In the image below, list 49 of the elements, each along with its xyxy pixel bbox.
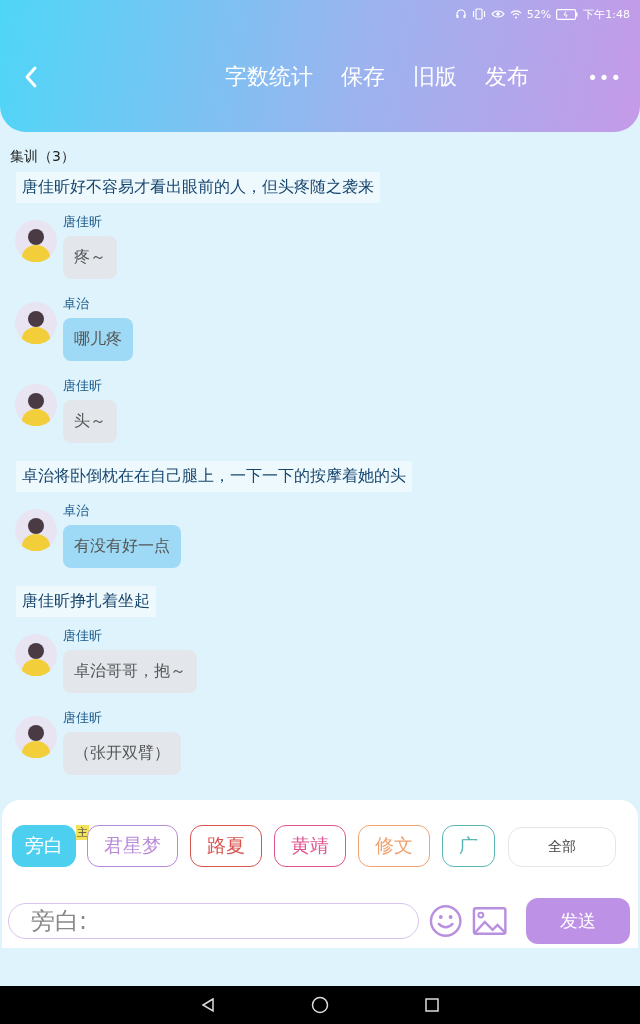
message-bubble: 头～	[63, 400, 117, 443]
battery-percent: 52%	[526, 7, 552, 21]
headphones-icon	[454, 8, 467, 20]
header-action[interactable]: 发布	[485, 62, 530, 92]
avatar[interactable]	[15, 716, 57, 758]
header-action[interactable]: 保存	[341, 62, 386, 92]
eye-icon	[490, 8, 505, 20]
message-bubble: 有没有好一点	[63, 525, 181, 568]
chat-title: 集训（3）	[9, 147, 76, 166]
role-chip[interactable]: 旁白	[12, 825, 76, 867]
avatar[interactable]	[15, 384, 57, 426]
speaker-name: 唐佳昕	[63, 627, 102, 645]
speaker-name: 唐佳昕	[63, 213, 102, 231]
speaker-name: 唐佳昕	[63, 709, 102, 727]
recents-icon[interactable]	[424, 997, 440, 1013]
image-icon[interactable]	[472, 906, 508, 936]
avatar[interactable]	[15, 509, 57, 551]
message-bubble: （张开双臂）	[63, 732, 181, 775]
message-bubble: 哪儿疼	[63, 318, 133, 361]
avatar[interactable]	[15, 302, 57, 344]
avatar[interactable]	[15, 220, 57, 262]
narration-text: 唐佳昕挣扎着坐起	[16, 586, 156, 617]
role-chip[interactable]: 修文	[358, 825, 430, 867]
emoji-icon[interactable]	[429, 904, 463, 938]
more-button[interactable]: •••	[587, 66, 622, 88]
message-bubble: 疼～	[63, 236, 117, 279]
all-button[interactable]: 全部	[508, 827, 616, 867]
narration-text: 唐佳昕好不容易才看出眼前的人，但头疼随之袭来	[16, 172, 380, 203]
role-chip[interactable]: 路夏	[190, 825, 262, 867]
header-action[interactable]: 字数统计	[225, 62, 314, 92]
speaker-name: 卓治	[63, 502, 89, 520]
role-chip[interactable]: 黄靖	[274, 825, 346, 867]
lead-badge: 主	[76, 825, 89, 840]
home-icon[interactable]	[311, 996, 329, 1014]
role-chip[interactable]: 君星梦	[87, 825, 178, 867]
clock-time: 下午1:48	[583, 6, 630, 22]
header-action[interactable]: 旧版	[413, 62, 458, 92]
speaker-name: 唐佳昕	[63, 377, 102, 395]
avatar[interactable]	[15, 634, 57, 676]
message-input[interactable]: 旁白:	[8, 903, 420, 939]
role-chip[interactable]: 广	[442, 825, 495, 867]
wifi-icon	[509, 9, 522, 19]
speaker-name: 卓治	[63, 295, 89, 313]
vibrate-icon	[471, 8, 486, 20]
narration-text: 卓治将卧倒枕在在自己腿上，一下一下的按摩着她的头	[16, 461, 412, 492]
message-bubble: 卓治哥哥，抱～	[63, 650, 197, 693]
battery-icon	[556, 8, 579, 20]
back-icon[interactable]	[200, 997, 216, 1013]
send-button[interactable]: 发送	[525, 898, 630, 944]
